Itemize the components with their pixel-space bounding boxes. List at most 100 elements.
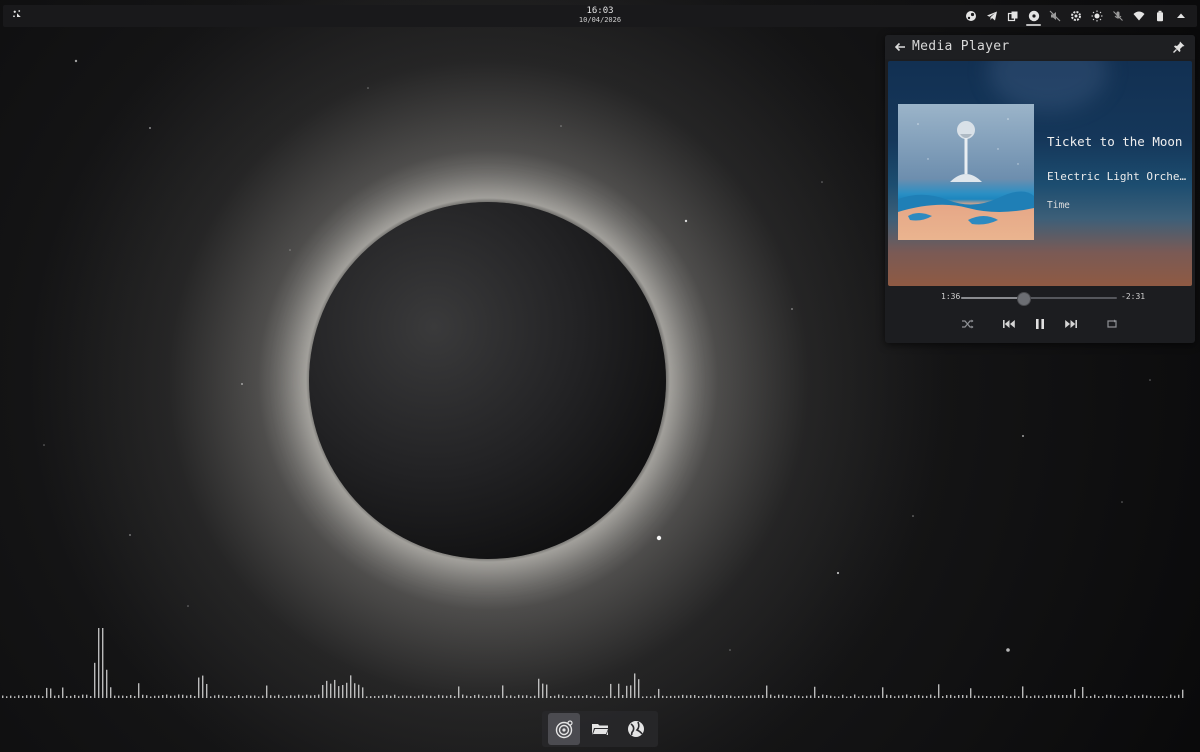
visualizer-bar (858, 696, 860, 698)
shuffle-icon (962, 319, 974, 329)
shuffle-button[interactable] (957, 315, 979, 333)
visualizer-bar (862, 695, 864, 698)
visualizer-bar (126, 695, 128, 698)
visualizer-bar (306, 694, 308, 698)
visualizer-bar (58, 695, 60, 698)
visualizer-bar (766, 685, 768, 698)
visualizer-bar (938, 684, 940, 698)
visualizer-bar (74, 694, 76, 698)
visualizer-bar (342, 684, 344, 698)
visualizer-bar (482, 695, 484, 698)
pause-icon (1036, 319, 1044, 329)
launcher-icon[interactable] (9, 8, 25, 24)
dock (542, 711, 658, 747)
media-player-panel: Media Player Ticket to the Moon Electric… (885, 35, 1195, 343)
battery-icon[interactable] (1149, 7, 1170, 25)
visualizer-bar (1138, 695, 1140, 698)
visualizer-bar (450, 695, 452, 698)
seek-bar[interactable] (961, 292, 1117, 306)
back-arrow-icon[interactable] (893, 40, 907, 54)
visualizer-bar (334, 679, 336, 698)
visualizer-bar (106, 669, 108, 698)
visualizer-bar (266, 685, 268, 698)
previous-button[interactable] (998, 315, 1020, 333)
visualizer-bar (378, 695, 380, 698)
seek-handle[interactable] (1017, 292, 1032, 306)
visualizer-bar (146, 695, 148, 698)
visualizer-bar (398, 696, 400, 698)
visualizer-bar (810, 695, 812, 698)
visualizer-bar (770, 694, 772, 698)
visualizer-bar (646, 696, 648, 698)
tray-expand-icon[interactable] (1170, 7, 1191, 25)
visualizer-bar (1094, 694, 1096, 698)
visualizer-bar (986, 696, 988, 698)
visualizer-bar (1006, 696, 1008, 698)
visualizer-bar (882, 687, 884, 698)
visualizer-bar (666, 696, 668, 698)
speaker-muted-icon[interactable] (1044, 7, 1065, 25)
visualizer-bar (230, 696, 232, 698)
visualizer-bar (426, 695, 428, 698)
wifi-icon[interactable] (1128, 7, 1149, 25)
visualizer-bar (554, 695, 556, 698)
visualizer-bar (298, 694, 300, 698)
visualizer-bar (302, 695, 304, 698)
visualizer-bar (506, 695, 508, 698)
visualizer-bar (574, 695, 576, 698)
visualizer-bar (1098, 696, 1100, 698)
visualizer-bar (550, 696, 552, 698)
clock[interactable]: 16:03 10/04/2026 (579, 7, 621, 25)
visualizer-bar (686, 695, 688, 698)
visualizer-bar (142, 694, 144, 698)
visualizer-bar (254, 695, 256, 698)
visualizer-bar (790, 696, 792, 698)
visualizer-bar (906, 694, 908, 698)
dock-folder-icon[interactable] (584, 713, 616, 745)
visualizer-bar (542, 683, 544, 698)
next-button[interactable] (1060, 315, 1082, 333)
dock-globe-icon[interactable] (620, 713, 652, 745)
visualizer-bar (330, 683, 332, 698)
visualizer-bar (102, 628, 104, 698)
visualizer-bar (590, 696, 592, 698)
visualizer-bar (578, 695, 580, 698)
visualizer-bar (1134, 695, 1136, 698)
visualizer-bar (1150, 695, 1152, 698)
telegram-icon[interactable] (981, 7, 1002, 25)
visualizer-bar (346, 682, 348, 698)
visualizer-bar (382, 695, 384, 698)
visualizer-bar (414, 696, 416, 698)
visualizer-bar (34, 695, 36, 698)
steam-icon[interactable] (960, 7, 981, 25)
visualizer-bar (598, 696, 600, 698)
visualizer-bar (950, 694, 952, 698)
window-switcher-icon[interactable] (1002, 7, 1023, 25)
visualizer-bar (386, 694, 388, 698)
visualizer-bar (198, 677, 200, 698)
visualizer-bar (66, 696, 68, 698)
visualizer-bar (966, 695, 968, 698)
visualizer-bar (358, 684, 360, 698)
visualizer-bar (822, 694, 824, 698)
visualizer-bar (662, 695, 664, 698)
visualizer-bar (1122, 696, 1124, 698)
pin-icon[interactable] (1172, 40, 1186, 54)
repeat-icon (1107, 319, 1117, 328)
visualizer-bar (154, 695, 156, 698)
visualizer-bar (98, 628, 100, 698)
visualizer-bar (238, 694, 240, 698)
visualizer-bar (158, 695, 160, 698)
visualizer-bar (150, 696, 152, 698)
brightness-icon[interactable] (1086, 7, 1107, 25)
settings-icon[interactable] (1065, 7, 1086, 25)
visualizer-bar (922, 695, 924, 698)
repeat-button[interactable] (1101, 315, 1123, 333)
visualizer-bar (190, 694, 192, 698)
visualizer-bar (1142, 694, 1144, 698)
microphone-muted-icon[interactable] (1107, 7, 1128, 25)
pause-button[interactable] (1029, 315, 1051, 333)
visualizer-bar (782, 694, 784, 698)
media-player-icon[interactable] (1023, 7, 1044, 26)
dock-radar-icon[interactable] (548, 713, 580, 745)
